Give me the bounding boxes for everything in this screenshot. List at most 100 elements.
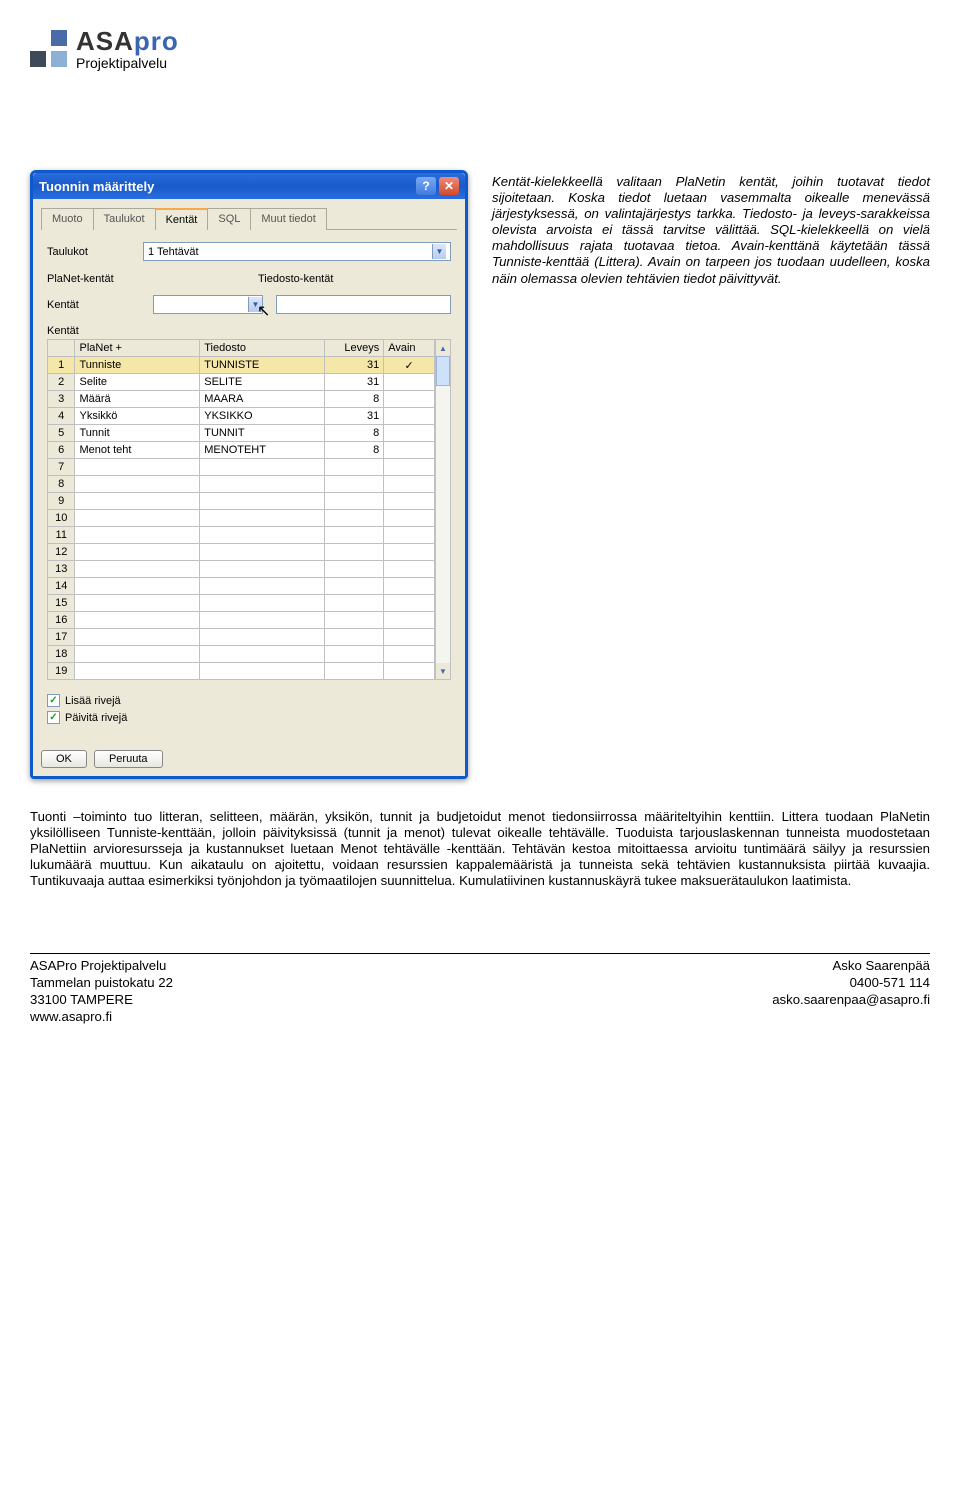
dialog-title: Tuonnin määrittely bbox=[39, 179, 154, 194]
taulukot-dropdown[interactable]: 1 Tehtävät ▼ bbox=[143, 242, 451, 261]
table-row[interactable]: 1TunnisteTUNNISTE31✓ bbox=[48, 357, 435, 374]
cell-leveys: 8 bbox=[325, 442, 384, 459]
tab-kentat[interactable]: Kentät bbox=[155, 208, 209, 230]
cell-avain bbox=[384, 663, 435, 680]
cell-planet bbox=[75, 561, 200, 578]
logo-word-pro: pro bbox=[134, 26, 179, 56]
cell-leveys bbox=[325, 510, 384, 527]
footer-company: ASAPro Projektipalvelu bbox=[30, 957, 173, 974]
footer-phone: 0400-571 114 bbox=[772, 974, 930, 991]
logo-square-icon bbox=[30, 51, 46, 67]
page-footer: ASAPro Projektipalvelu Tammelan puistoka… bbox=[0, 953, 960, 1026]
table-row[interactable]: 13 bbox=[48, 561, 435, 578]
table-row[interactable]: 5TunnitTUNNIT8 bbox=[48, 425, 435, 442]
cell-avain bbox=[384, 561, 435, 578]
dialog-titlebar[interactable]: Tuonnin määrittely ? ✕ bbox=[33, 173, 465, 199]
cell-tiedosto bbox=[200, 646, 325, 663]
cell-avain bbox=[384, 408, 435, 425]
update-rows-checkbox[interactable]: ✓ Päivitä rivejä bbox=[47, 711, 451, 724]
cell-tiedosto bbox=[200, 459, 325, 476]
scroll-thumb[interactable] bbox=[436, 356, 450, 386]
table-row[interactable]: 9 bbox=[48, 493, 435, 510]
close-icon: ✕ bbox=[444, 179, 454, 193]
cell-tiedosto: TUNNISTE bbox=[200, 357, 325, 374]
table-row[interactable]: 18 bbox=[48, 646, 435, 663]
th-leveys[interactable]: Leveys bbox=[325, 340, 384, 357]
cell-tiedosto: TUNNIT bbox=[200, 425, 325, 442]
tab-muoto[interactable]: Muoto bbox=[41, 208, 94, 230]
cell-tiedosto bbox=[200, 510, 325, 527]
table-row[interactable]: 4YksikköYKSIKKO31 bbox=[48, 408, 435, 425]
check-icon: ✓ bbox=[47, 711, 60, 724]
row-number: 3 bbox=[48, 391, 75, 408]
cell-tiedosto bbox=[200, 595, 325, 612]
cell-planet: Tunnit bbox=[75, 425, 200, 442]
taulukot-label: Taulukot bbox=[47, 246, 143, 258]
row-number: 8 bbox=[48, 476, 75, 493]
cell-planet: Määrä bbox=[75, 391, 200, 408]
row-number: 10 bbox=[48, 510, 75, 527]
cell-avain bbox=[384, 595, 435, 612]
cell-leveys bbox=[325, 493, 384, 510]
row-number: 9 bbox=[48, 493, 75, 510]
chevron-down-icon: ▼ bbox=[432, 244, 446, 259]
table-row[interactable]: 8 bbox=[48, 476, 435, 493]
scroll-up-icon[interactable]: ▲ bbox=[436, 340, 450, 356]
table-row[interactable]: 19 bbox=[48, 663, 435, 680]
tab-sql[interactable]: SQL bbox=[207, 208, 251, 230]
footer-left: ASAPro Projektipalvelu Tammelan puistoka… bbox=[30, 957, 173, 1026]
cell-avain bbox=[384, 510, 435, 527]
cell-avain: ✓ bbox=[384, 357, 435, 374]
ok-button[interactable]: OK bbox=[41, 750, 87, 768]
table-row[interactable]: 15 bbox=[48, 595, 435, 612]
kentat-text-field[interactable] bbox=[276, 295, 451, 314]
table-row[interactable]: 16 bbox=[48, 612, 435, 629]
close-button[interactable]: ✕ bbox=[439, 177, 459, 195]
cell-leveys bbox=[325, 663, 384, 680]
table-row[interactable]: 10 bbox=[48, 510, 435, 527]
cell-avain bbox=[384, 425, 435, 442]
cell-leveys bbox=[325, 646, 384, 663]
row-number: 15 bbox=[48, 595, 75, 612]
cell-tiedosto bbox=[200, 493, 325, 510]
footer-address: Tammelan puistokatu 22 bbox=[30, 974, 173, 991]
table-row[interactable]: 17 bbox=[48, 629, 435, 646]
vertical-scrollbar[interactable]: ▲ ▼ bbox=[435, 339, 451, 680]
kentat-dropdown[interactable]: ▼ bbox=[153, 295, 263, 314]
table-row[interactable]: 3MääräMAARA8 bbox=[48, 391, 435, 408]
cell-tiedosto bbox=[200, 561, 325, 578]
table-row[interactable]: 12 bbox=[48, 544, 435, 561]
cell-planet bbox=[75, 578, 200, 595]
cell-planet bbox=[75, 663, 200, 680]
table-row[interactable]: 6Menot tehtMENOTEHT8 bbox=[48, 442, 435, 459]
th-avain[interactable]: Avain bbox=[384, 340, 435, 357]
th-planet[interactable]: PlaNet + bbox=[75, 340, 200, 357]
table-row[interactable]: 2SeliteSELITE31 bbox=[48, 374, 435, 391]
planet-kentat-label: PlaNet-kentät bbox=[47, 273, 240, 285]
tab-muut[interactable]: Muut tiedot bbox=[250, 208, 326, 230]
add-rows-checkbox[interactable]: ✓ Lisää rivejä bbox=[47, 694, 451, 707]
help-button[interactable]: ? bbox=[416, 177, 436, 195]
kentat-label: Kentät bbox=[47, 299, 143, 311]
cancel-button[interactable]: Peruuta bbox=[94, 750, 163, 768]
cell-leveys bbox=[325, 561, 384, 578]
cell-leveys bbox=[325, 459, 384, 476]
cell-tiedosto bbox=[200, 612, 325, 629]
tabs-row: Muoto Taulukot Kentät SQL Muut tiedot bbox=[41, 207, 457, 230]
table-row[interactable]: 14 bbox=[48, 578, 435, 595]
th-tiedosto[interactable]: Tiedosto bbox=[200, 340, 325, 357]
row-number: 14 bbox=[48, 578, 75, 595]
scroll-down-icon[interactable]: ▼ bbox=[436, 663, 450, 679]
table-row[interactable]: 7 bbox=[48, 459, 435, 476]
tab-taulukot[interactable]: Taulukot bbox=[93, 208, 156, 230]
logo-word-asa: ASA bbox=[76, 26, 134, 56]
footer-divider bbox=[30, 953, 930, 954]
cell-planet: Menot teht bbox=[75, 442, 200, 459]
row-number: 17 bbox=[48, 629, 75, 646]
cell-avain bbox=[384, 493, 435, 510]
logo-square-icon bbox=[51, 30, 67, 46]
row-number: 19 bbox=[48, 663, 75, 680]
cell-planet: Tunniste bbox=[75, 357, 200, 374]
table-row[interactable]: 11 bbox=[48, 527, 435, 544]
cell-leveys bbox=[325, 527, 384, 544]
